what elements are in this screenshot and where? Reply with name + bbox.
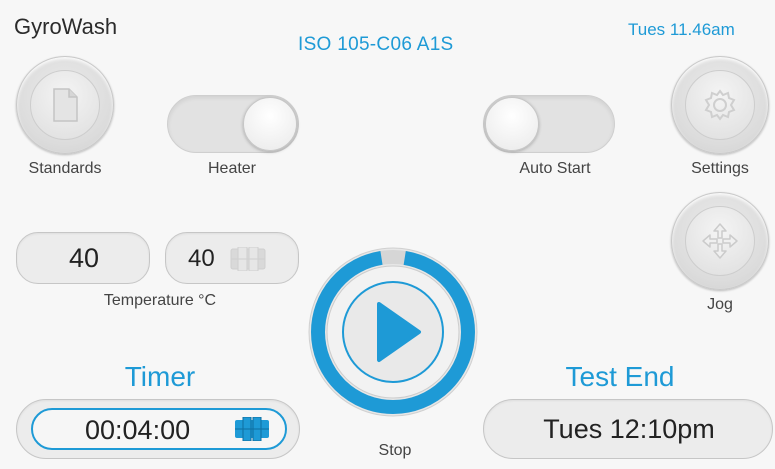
test-end-heading: Test End (565, 361, 675, 392)
document-icon (30, 70, 100, 140)
timer-heading: Timer (124, 361, 196, 392)
test-end-value: Tues 12:10pm (543, 414, 715, 444)
standards-button[interactable] (16, 56, 114, 154)
keypad-icon[interactable] (230, 247, 266, 271)
jog-label: Jog (707, 296, 733, 313)
temperature-setpoint-value: 40 (188, 245, 215, 272)
jog-button[interactable] (671, 192, 769, 290)
gear-icon (685, 70, 755, 140)
timer-field[interactable]: 00:04:00 (16, 399, 300, 459)
app-title: GyroWash (14, 14, 118, 39)
standards-label: Standards (28, 160, 102, 177)
start-stop-control[interactable] (307, 246, 479, 418)
move-arrows-icon (685, 206, 755, 276)
auto-start-toggle[interactable] (483, 95, 615, 153)
test-end-display: Tues 12:10pm (483, 399, 773, 459)
heater-toggle-knob[interactable] (243, 97, 297, 151)
test-standard-title: ISO 105-C06 A1S (298, 34, 454, 55)
temperature-actual-display: 40 (16, 232, 150, 284)
stop-label: Stop (378, 442, 412, 459)
temperature-setpoint-field[interactable]: 40 (165, 232, 299, 284)
settings-label: Settings (691, 160, 749, 177)
auto-start-toggle-knob[interactable] (485, 97, 539, 151)
heater-toggle[interactable] (167, 95, 299, 153)
temperature-label: Temperature °C (103, 292, 217, 309)
settings-button[interactable] (671, 56, 769, 154)
keypad-icon[interactable] (234, 417, 270, 441)
temperature-actual-value: 40 (68, 243, 100, 273)
auto-start-label: Auto Start (519, 160, 591, 177)
clock: Tues 11.46am (628, 20, 735, 39)
timer-value: 00:04:00 (85, 415, 191, 445)
heater-label: Heater (207, 160, 257, 177)
